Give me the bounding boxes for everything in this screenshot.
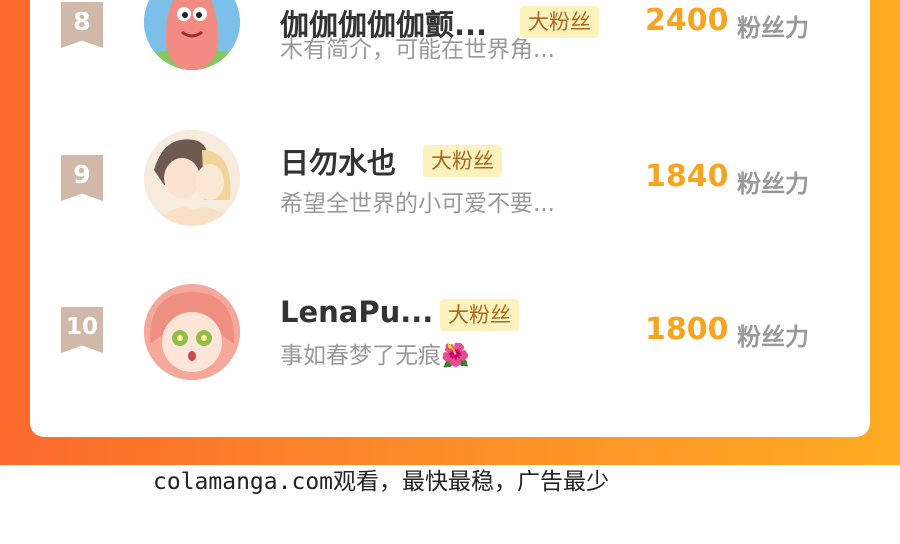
rank-badge: 10 (61, 307, 103, 353)
fan-bio-text: 事如春梦了无痕 (280, 343, 441, 369)
couple-avatar-icon (144, 130, 240, 226)
fan-name[interactable]: LenaPu... (280, 295, 433, 329)
fan-power-unit: 粉丝力 (737, 170, 809, 198)
rank-badge: 8 (61, 2, 103, 48)
big-fan-badge: 大粉丝 (423, 145, 502, 177)
starfish-avatar-icon (144, 0, 240, 70)
fan-ranking-card: 8 伽伽伽伽伽颤... 大粉丝 木有简介，可能在世界角... 2400 粉丝力 … (30, 0, 870, 437)
fan-bio: 事如春梦了无痕🌺 (280, 336, 470, 370)
fan-list-item[interactable]: 10 LenaPu... 大粉丝 事如春梦了无痕🌺 1800 粉丝力 (30, 275, 870, 395)
fan-bio: 木有简介，可能在世界角... (280, 37, 555, 63)
fan-name[interactable]: 日勿水也 (280, 140, 396, 182)
fan-power-unit: 粉丝力 (737, 14, 809, 42)
fan-list-item[interactable]: 9 日勿水也 大粉丝 希望全世界的小可爱不要... 1840 粉丝力 (30, 120, 870, 240)
hibiscus-icon: 🌺 (441, 343, 470, 369)
girl-avatar-icon (144, 284, 240, 380)
rank-badge: 9 (61, 155, 103, 201)
fan-power-unit: 粉丝力 (737, 323, 809, 351)
fan-list-item[interactable]: 8 伽伽伽伽伽颤... 大粉丝 木有简介，可能在世界角... 2400 粉丝力 (30, 0, 870, 80)
fan-power-count: 1800 (645, 312, 729, 347)
avatar (144, 130, 240, 226)
watermark-footer: colamanga.com观看，最快最稳，广告最少 (153, 469, 610, 495)
fan-power-count: 1840 (645, 159, 729, 194)
fan-power-count: 2400 (645, 3, 729, 38)
avatar (144, 284, 240, 380)
fan-bio: 希望全世界的小可爱不要... (280, 191, 555, 217)
big-fan-badge: 大粉丝 (440, 299, 519, 331)
avatar (144, 0, 240, 70)
